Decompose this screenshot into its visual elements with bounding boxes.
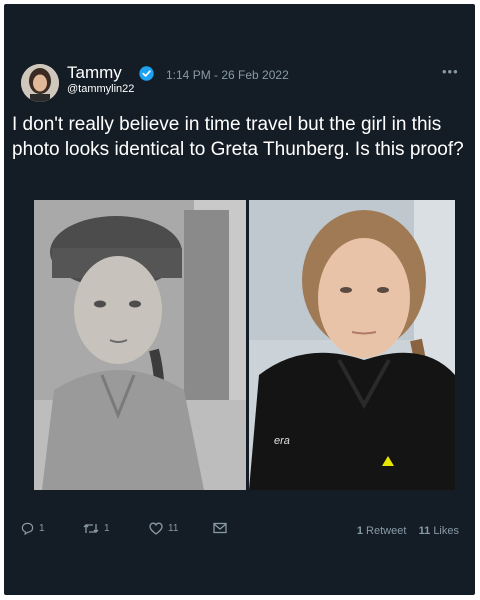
avatar[interactable] — [21, 64, 59, 102]
tweet-card: Tammy 1:14 PM - 26 Feb 2022 @tammylin22 … — [4, 4, 475, 595]
author-handle[interactable]: @tammylin22 — [67, 83, 134, 95]
message-icon — [213, 522, 227, 534]
likes-stat-value[interactable]: 11 — [419, 525, 431, 537]
jacket-logo-text: era — [274, 435, 290, 447]
tweet-timestamp[interactable]: 1:14 PM - 26 Feb 2022 — [166, 68, 289, 82]
reply-button[interactable]: 1 — [21, 522, 45, 535]
like-button[interactable]: 11 — [149, 522, 178, 535]
reply-count: 1 — [39, 523, 45, 534]
retweet-icon — [83, 524, 99, 533]
tweet-photo[interactable]: era — [34, 200, 455, 490]
author-name[interactable]: Tammy — [67, 63, 122, 83]
like-icon — [149, 522, 163, 535]
retweets-stat-value[interactable]: 1 — [357, 525, 363, 537]
likes-stat-label[interactable]: Likes — [433, 525, 459, 537]
verified-badge-icon — [139, 66, 154, 81]
retweet-button[interactable]: 1 — [83, 522, 110, 535]
retweets-stat-label[interactable]: Retweet — [366, 525, 406, 537]
tweet-text: I don't really believe in time travel bu… — [12, 114, 464, 160]
tweet-stats: 1 Retweet 11 Likes — [357, 525, 459, 537]
more-icon[interactable]: ••• — [442, 64, 459, 79]
like-count: 11 — [168, 523, 179, 534]
retweet-count: 1 — [104, 523, 110, 534]
message-button[interactable] — [213, 522, 227, 534]
reply-icon — [21, 522, 34, 535]
